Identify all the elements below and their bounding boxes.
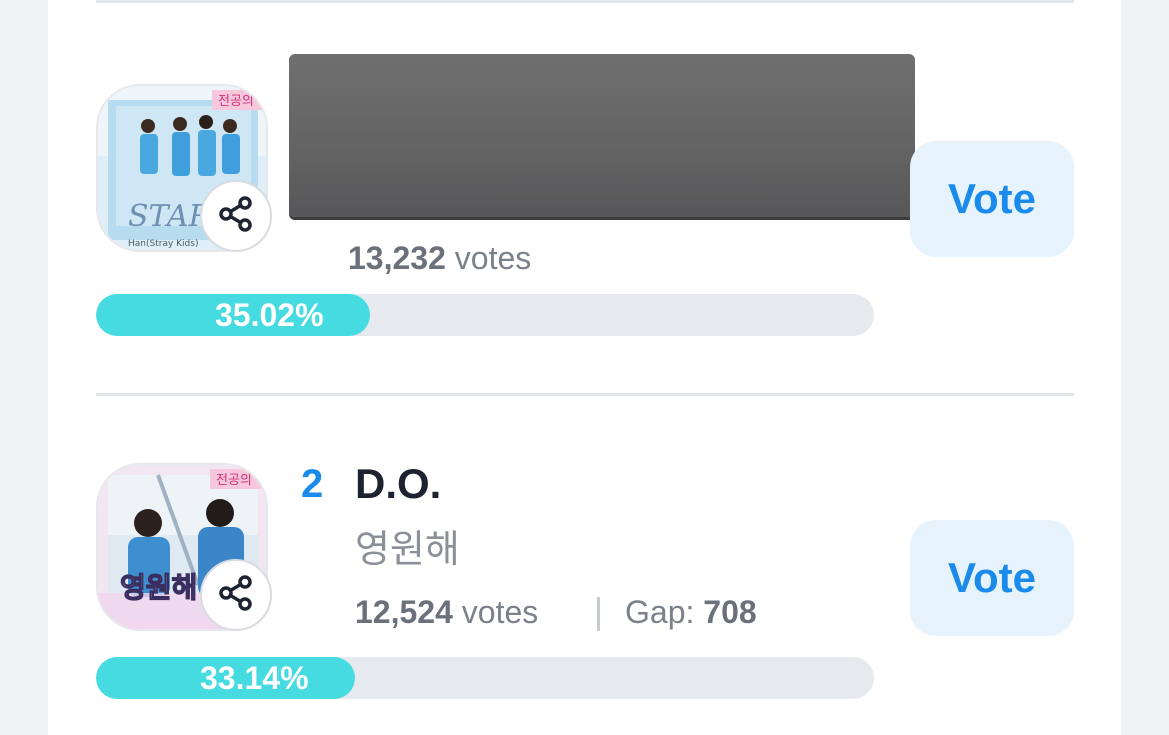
svg-text:영원해: 영원해 bbox=[120, 571, 197, 604]
vote-count: 13,232 votes bbox=[348, 240, 532, 276]
vote-gap: Gap: 708 bbox=[625, 594, 757, 630]
share-icon bbox=[216, 573, 256, 618]
redacted-block bbox=[289, 54, 915, 217]
svg-text:전공의: 전공의 bbox=[216, 473, 252, 488]
progress-bar: 33.14% bbox=[96, 657, 874, 699]
artist-name: D.O. bbox=[355, 460, 442, 507]
percent-label: 33.14% bbox=[200, 660, 309, 696]
rank-number: 2 bbox=[301, 462, 324, 506]
vote-count: 12,524 votes bbox=[355, 594, 539, 630]
divider bbox=[96, 393, 1074, 396]
separator bbox=[597, 597, 600, 631]
svg-text:Han(Stray Kids): Han(Stray Kids) bbox=[128, 239, 198, 249]
percent-label: 35.02% bbox=[215, 297, 324, 333]
svg-text:전공의: 전공의 bbox=[218, 94, 254, 109]
vote-button[interactable]: Vote bbox=[910, 141, 1074, 257]
progress-bar: 35.02% bbox=[96, 294, 874, 336]
divider bbox=[96, 0, 1074, 3]
share-button[interactable] bbox=[200, 559, 272, 631]
share-button[interactable] bbox=[200, 180, 272, 252]
song-title: 영원해 bbox=[355, 527, 460, 571]
share-icon bbox=[216, 194, 256, 239]
vote-button[interactable]: Vote bbox=[910, 520, 1074, 636]
